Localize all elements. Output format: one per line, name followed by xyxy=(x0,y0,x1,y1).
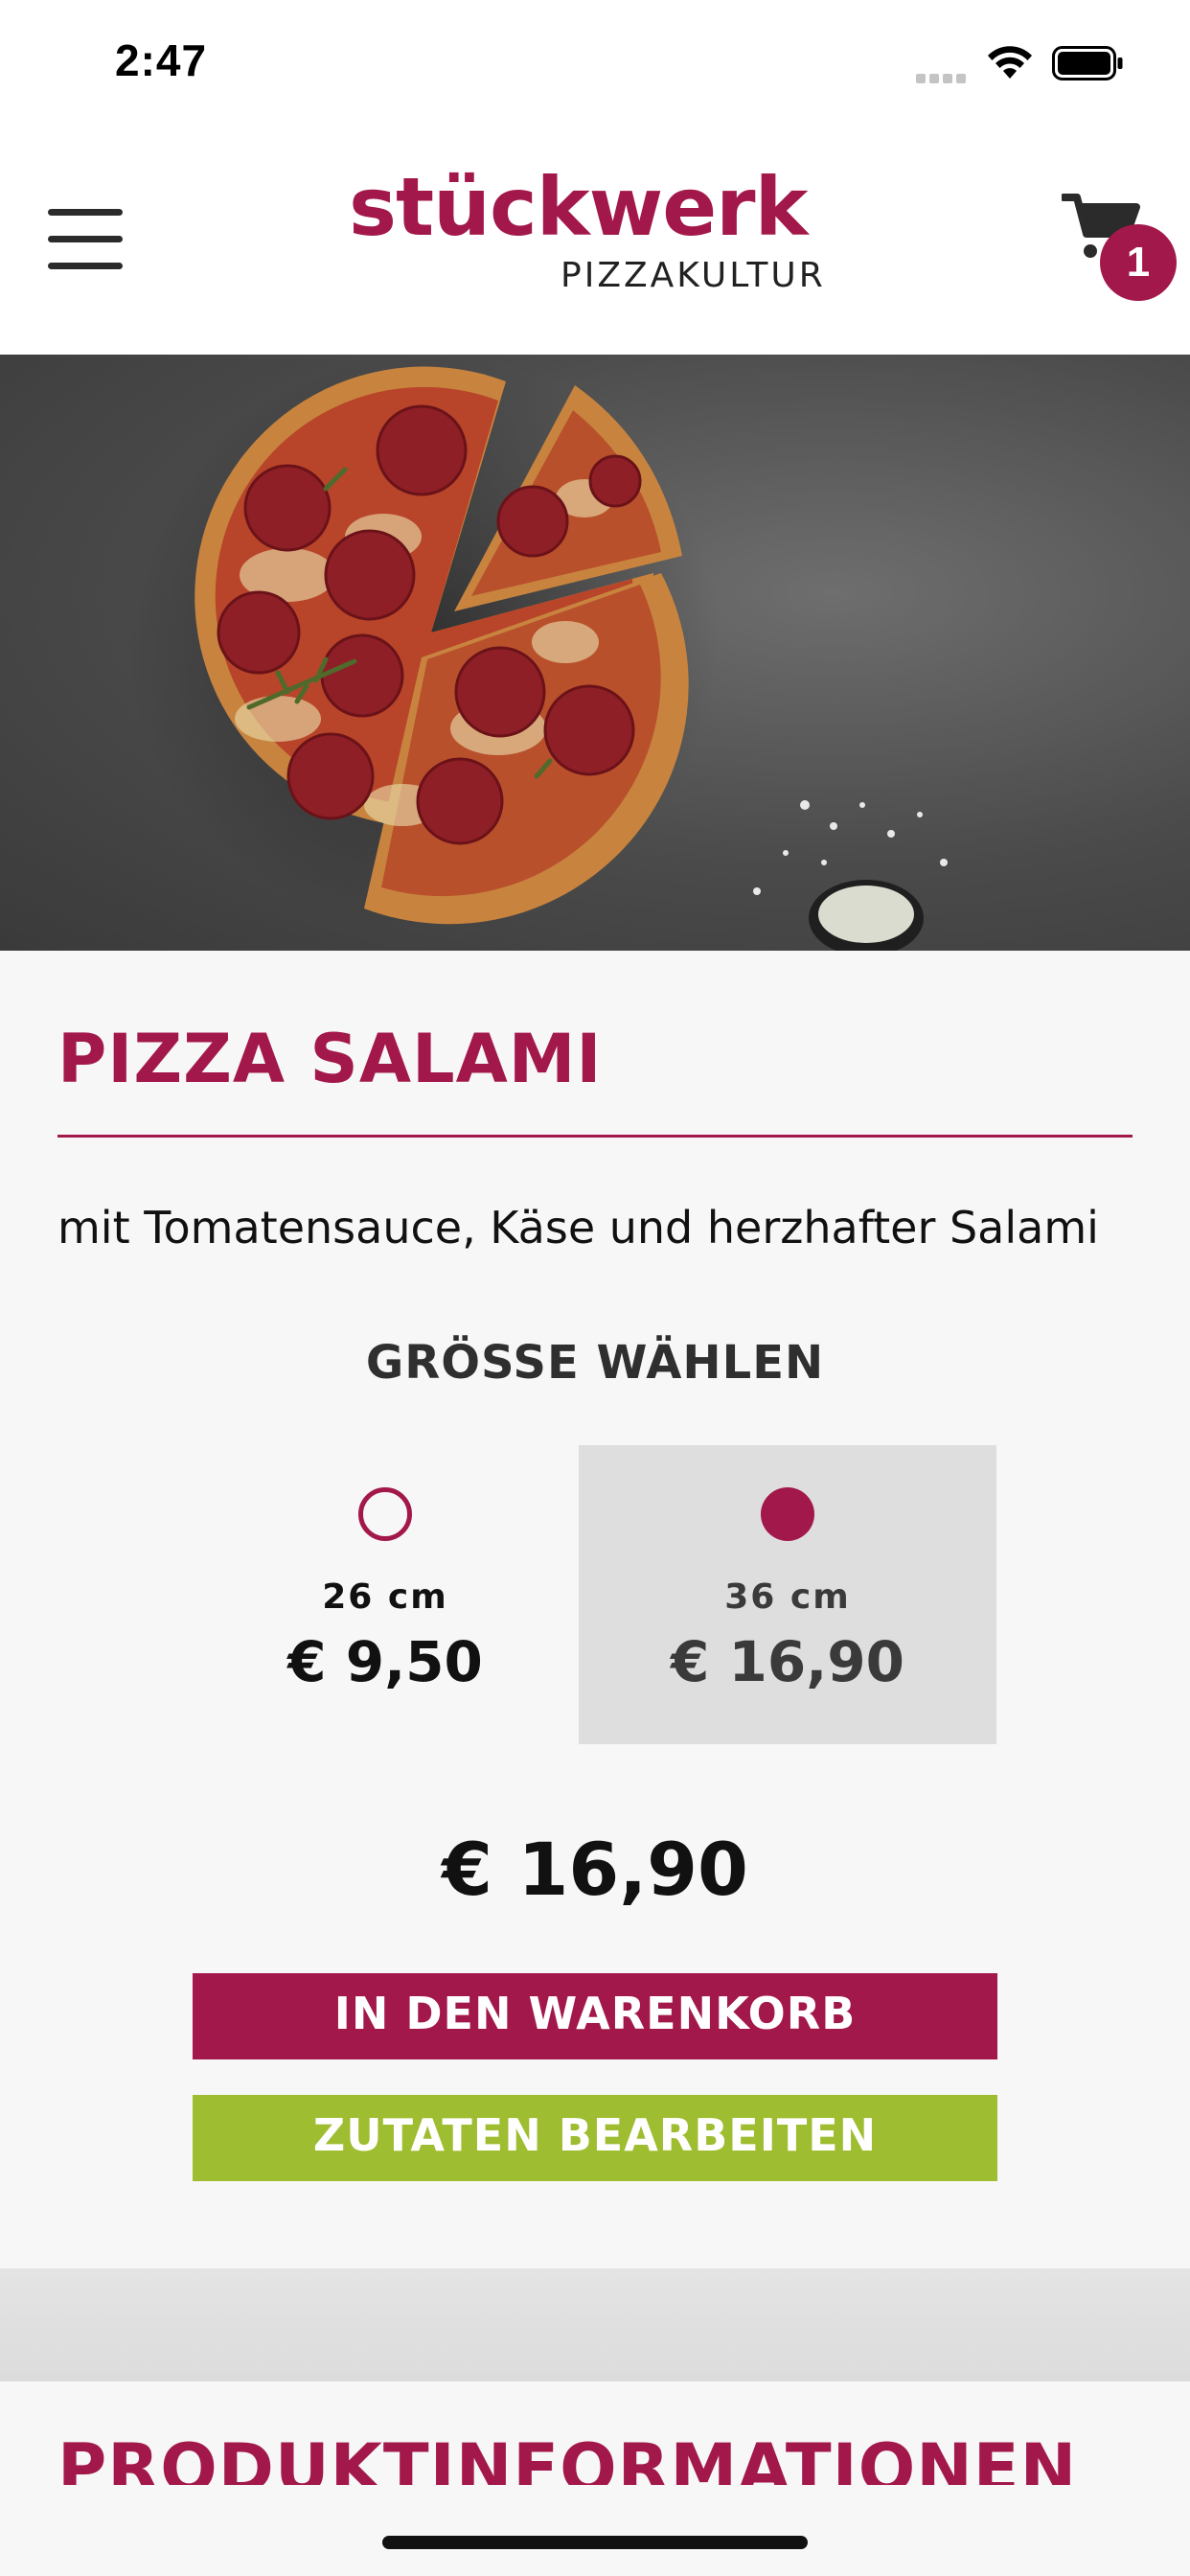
wifi-icon xyxy=(988,46,1032,79)
pizza-illustration xyxy=(125,355,948,951)
size-price: € 16,90 xyxy=(670,1629,904,1694)
logo-wordmark: stückwerk xyxy=(349,160,808,254)
product-info-heading: PRODUKTINFORMATIONEN xyxy=(57,2435,1078,2485)
signal-icon xyxy=(916,69,970,83)
cart-button[interactable]: 1 xyxy=(1062,192,1177,301)
product-description: mit Tomatensauce, Käse und herzhafter Sa… xyxy=(57,1202,1099,1254)
home-indicator[interactable] xyxy=(382,2536,808,2549)
radio-unselected-icon[interactable] xyxy=(358,1487,412,1541)
size-option-36cm[interactable]: 36 cm € 16,90 xyxy=(579,1445,996,1744)
size-heading: GRÖSSE WÄHLEN xyxy=(365,1336,825,1390)
product-details: PIZZA SALAMI mit Tomatensauce, Käse und … xyxy=(0,951,1190,2268)
logo-subtitle: PIZZAKULTUR xyxy=(561,256,826,295)
hamburger-menu-icon[interactable] xyxy=(48,209,125,269)
add-to-cart-button[interactable]: IN DEN WARENKORB xyxy=(193,1973,997,2059)
status-time: 2:47 xyxy=(115,35,208,85)
size-option-26cm[interactable]: 26 cm € 9,50 xyxy=(176,1445,594,1744)
section-divider-band xyxy=(0,2268,1190,2381)
battery-icon xyxy=(1052,46,1123,80)
size-label: 26 cm xyxy=(322,1577,448,1617)
product-title: PIZZA SALAMI xyxy=(57,1020,603,1098)
size-price: € 9,50 xyxy=(287,1629,483,1694)
cart-count-badge: 1 xyxy=(1100,224,1177,301)
logo[interactable]: stückwerk PIZZAKULTUR xyxy=(345,167,853,301)
app-header: stückwerk PIZZAKULTUR 1 xyxy=(0,125,1190,355)
edit-ingredients-button[interactable]: ZUTATEN BEARBEITEN xyxy=(193,2095,997,2181)
product-info-heading-clip: PRODUKTINFORMATIONEN xyxy=(57,2435,1077,2485)
title-divider xyxy=(57,1135,1133,1138)
product-image xyxy=(0,355,1190,951)
size-label: 36 cm xyxy=(724,1577,851,1617)
total-price: € 16,90 xyxy=(442,1827,748,1912)
radio-selected-icon[interactable] xyxy=(761,1487,814,1541)
status-bar: 2:47 xyxy=(0,0,1190,125)
